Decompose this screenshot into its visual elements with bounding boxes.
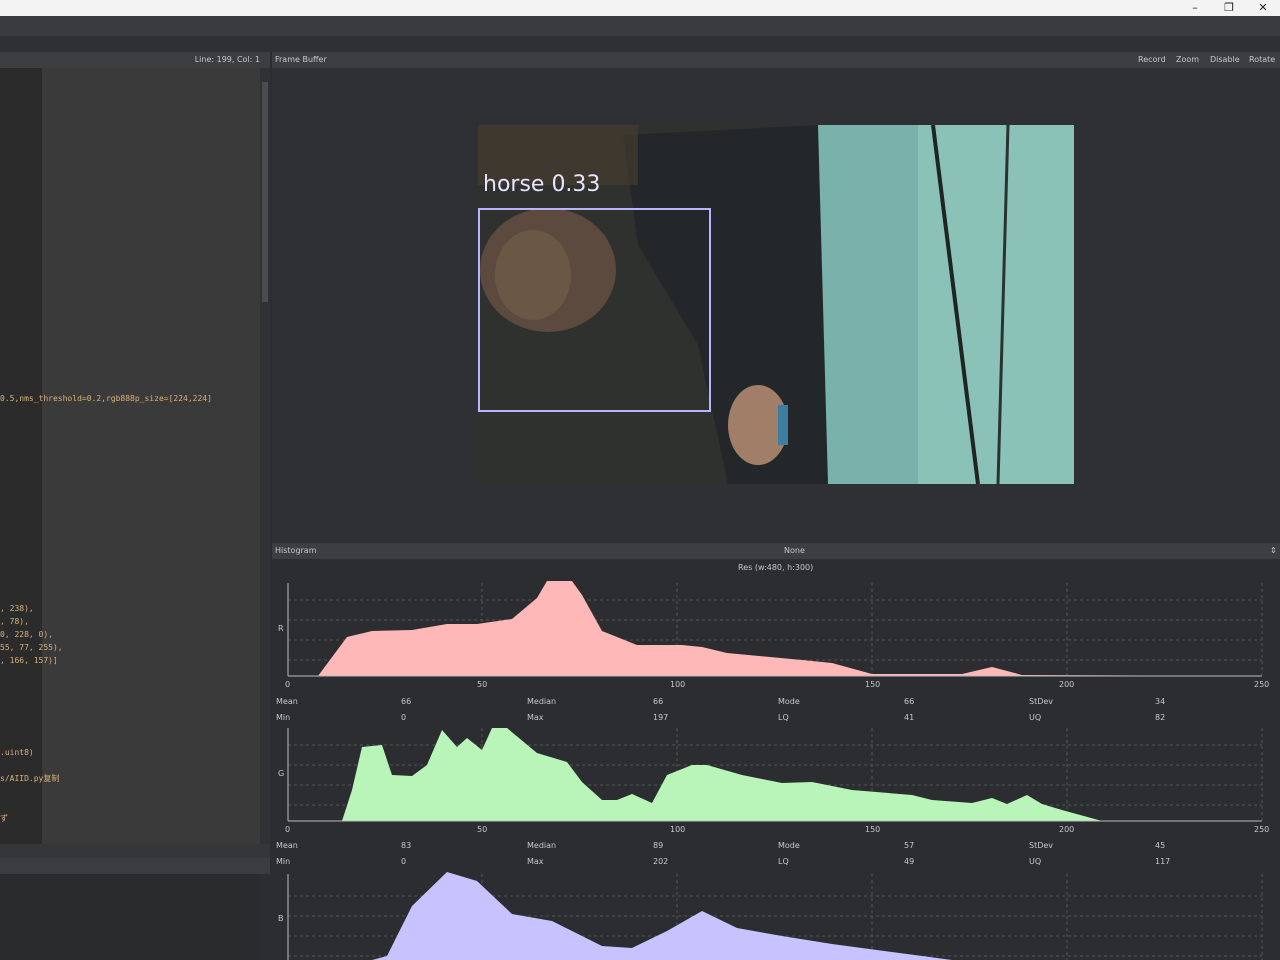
x-tick: 100	[670, 680, 685, 689]
code-line: 0.5,nms_threshold=0.2,rgb888p_size=[224,…	[0, 394, 212, 403]
code-line: 0, 228, 0),	[0, 630, 53, 639]
frame-buffer-header: Frame Buffer Record Zoom Disable Rotate	[272, 52, 1280, 68]
stat-value: 49	[904, 857, 915, 866]
stat-label: Median	[527, 841, 557, 850]
close-button[interactable]: ✕	[1246, 0, 1280, 16]
detection-bounding-box	[478, 208, 711, 412]
stat-value: 45	[1155, 841, 1166, 850]
x-tick: 150	[865, 680, 880, 689]
x-tick: 0	[285, 680, 290, 689]
stat-value: 66	[653, 697, 664, 706]
toolbar	[0, 16, 1280, 36]
histogram-resolution: Res (w:480, h:300)	[738, 563, 814, 572]
stat-label: Min	[276, 857, 291, 866]
stat-label: Mean	[276, 841, 298, 850]
terminal-header	[0, 858, 270, 874]
x-tick: 150	[865, 825, 880, 834]
stat-value: 34	[1155, 697, 1166, 706]
cursor-status: Line: 199, Col: 1	[194, 55, 260, 64]
disable-button[interactable]: Disable	[1210, 52, 1240, 68]
stat-value: 66	[904, 697, 915, 706]
red-histogram-area	[288, 581, 1262, 676]
code-line: ず	[0, 814, 8, 823]
histogram-red-chart: R 0 50 100 150 200 250	[278, 581, 1269, 689]
editor-header: Line: 199, Col: 1	[0, 52, 270, 68]
stat-label: UQ	[1029, 857, 1042, 866]
histogram-green-chart: G 0 50 100 150 200 250	[278, 728, 1269, 834]
stat-label: Mean	[276, 697, 298, 706]
editor-hscrollbar[interactable]	[0, 844, 270, 858]
serial-terminal[interactable]	[0, 874, 260, 960]
dropdown-arrow-icon[interactable]: ⇕	[1270, 543, 1277, 559]
y-axis-label-r: R	[278, 624, 284, 633]
tab-strip	[0, 36, 1280, 52]
stat-value: 0	[401, 857, 407, 866]
x-tick: 100	[670, 825, 685, 834]
code-line: .uint8)	[0, 748, 34, 757]
code-editor[interactable]: 0.5,nms_threshold=0.2,rgb888p_size=[224,…	[0, 68, 260, 844]
code-line: , 238),	[0, 604, 34, 613]
stat-label: LQ	[778, 857, 789, 866]
minimize-button[interactable]: –	[1178, 0, 1212, 16]
window-titlebar: – ❐ ✕	[0, 0, 1280, 16]
editor-scrollbar-thumb[interactable]	[262, 82, 268, 302]
stat-value: 89	[653, 841, 664, 850]
rotate-button[interactable]: Rotate	[1249, 52, 1275, 68]
detection-label: horse 0.33	[483, 172, 601, 197]
stat-label: Max	[527, 857, 544, 866]
histogram-title: Histogram	[275, 546, 317, 555]
stat-value: 57	[904, 841, 915, 850]
stat-label: Mode	[778, 697, 800, 706]
histogram-header: Histogram None ⇕	[272, 543, 1280, 559]
stat-value: 117	[1155, 857, 1171, 866]
x-tick: 250	[1254, 825, 1269, 834]
y-axis-label-b: B	[278, 914, 284, 923]
code-line: 55, 77, 255),	[0, 643, 63, 652]
code-line: s/AIID.py复制	[0, 774, 60, 783]
histogram-mode-select[interactable]: None	[784, 543, 805, 559]
stat-value: 66	[401, 697, 412, 706]
stat-label: Median	[527, 697, 557, 706]
histogram-blue-chart: B	[278, 872, 1263, 960]
y-axis-label-g: G	[278, 769, 284, 778]
stat-label: StDev	[1029, 841, 1054, 850]
restore-button[interactable]: ❐	[1212, 0, 1246, 16]
zoom-button[interactable]: Zoom	[1176, 52, 1199, 68]
x-tick: 0	[285, 825, 290, 834]
line-number-gutter	[0, 68, 42, 844]
stat-label: StDev	[1029, 697, 1054, 706]
frame-buffer-title: Frame Buffer	[275, 55, 327, 64]
stat-value: 83	[401, 841, 412, 850]
stat-value: 202	[653, 857, 669, 866]
code-line: , 166, 157)]	[0, 656, 58, 665]
x-tick: 200	[1059, 680, 1074, 689]
x-tick: 50	[477, 825, 487, 834]
x-tick: 250	[1254, 680, 1269, 689]
record-button[interactable]: Record	[1138, 52, 1166, 68]
x-tick: 50	[477, 680, 487, 689]
code-line: , 78),	[0, 617, 29, 626]
green-histogram-area	[288, 728, 1262, 821]
x-tick: 200	[1059, 825, 1074, 834]
stat-label: Mode	[778, 841, 800, 850]
